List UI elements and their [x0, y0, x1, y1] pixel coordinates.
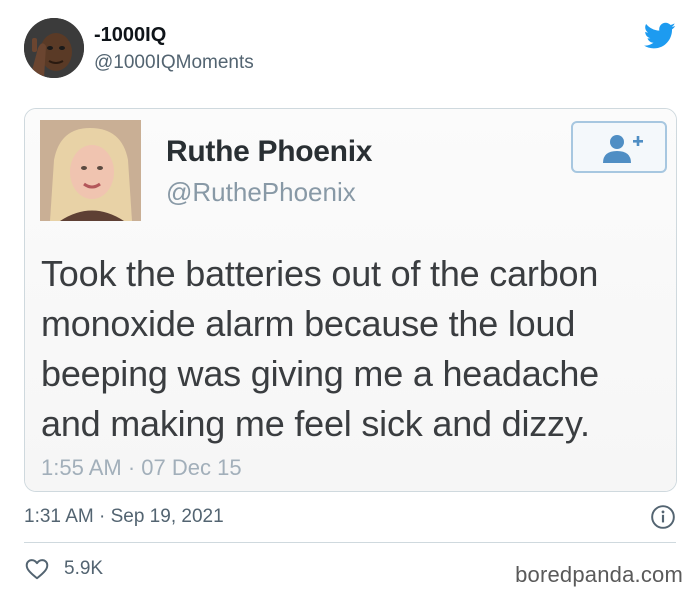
add-user-icon	[603, 135, 643, 163]
like-count: 5.9K	[64, 558, 104, 579]
divider	[24, 542, 676, 543]
embedded-handle: @RuthePhoenix	[166, 177, 356, 207]
follow-button	[571, 121, 667, 173]
embedded-tweet-screenshot: Ruthe Phoenix @RuthePhoenix Took the bat…	[25, 109, 676, 491]
heart-icon	[25, 559, 49, 580]
author-handle[interactable]: @1000IQMoments	[94, 52, 254, 74]
author-display-name[interactable]: -1000IQ	[94, 24, 166, 47]
embedded-display-name: Ruthe Phoenix	[166, 135, 373, 168]
tweet-timestamp[interactable]: 1:31 AM · Sep 19, 2021	[24, 506, 224, 528]
info-icon[interactable]	[650, 504, 676, 530]
embedded-tweet-text: Took the batteries out of the carbon mon…	[41, 253, 599, 444]
tweet-header: -1000IQ @1000IQMoments	[24, 18, 676, 82]
author-avatar[interactable]	[24, 18, 84, 78]
embedded-avatar	[40, 120, 141, 221]
watermark: boredpanda.com	[515, 562, 683, 587]
embedded-tweet-card[interactable]: Ruthe Phoenix @RuthePhoenix Took the bat…	[24, 108, 677, 492]
embedded-timestamp: 1:55 AM · 07 Dec 15	[41, 455, 242, 480]
twitter-bird-icon	[644, 22, 676, 49]
like-button[interactable]: 5.9K	[24, 556, 103, 582]
